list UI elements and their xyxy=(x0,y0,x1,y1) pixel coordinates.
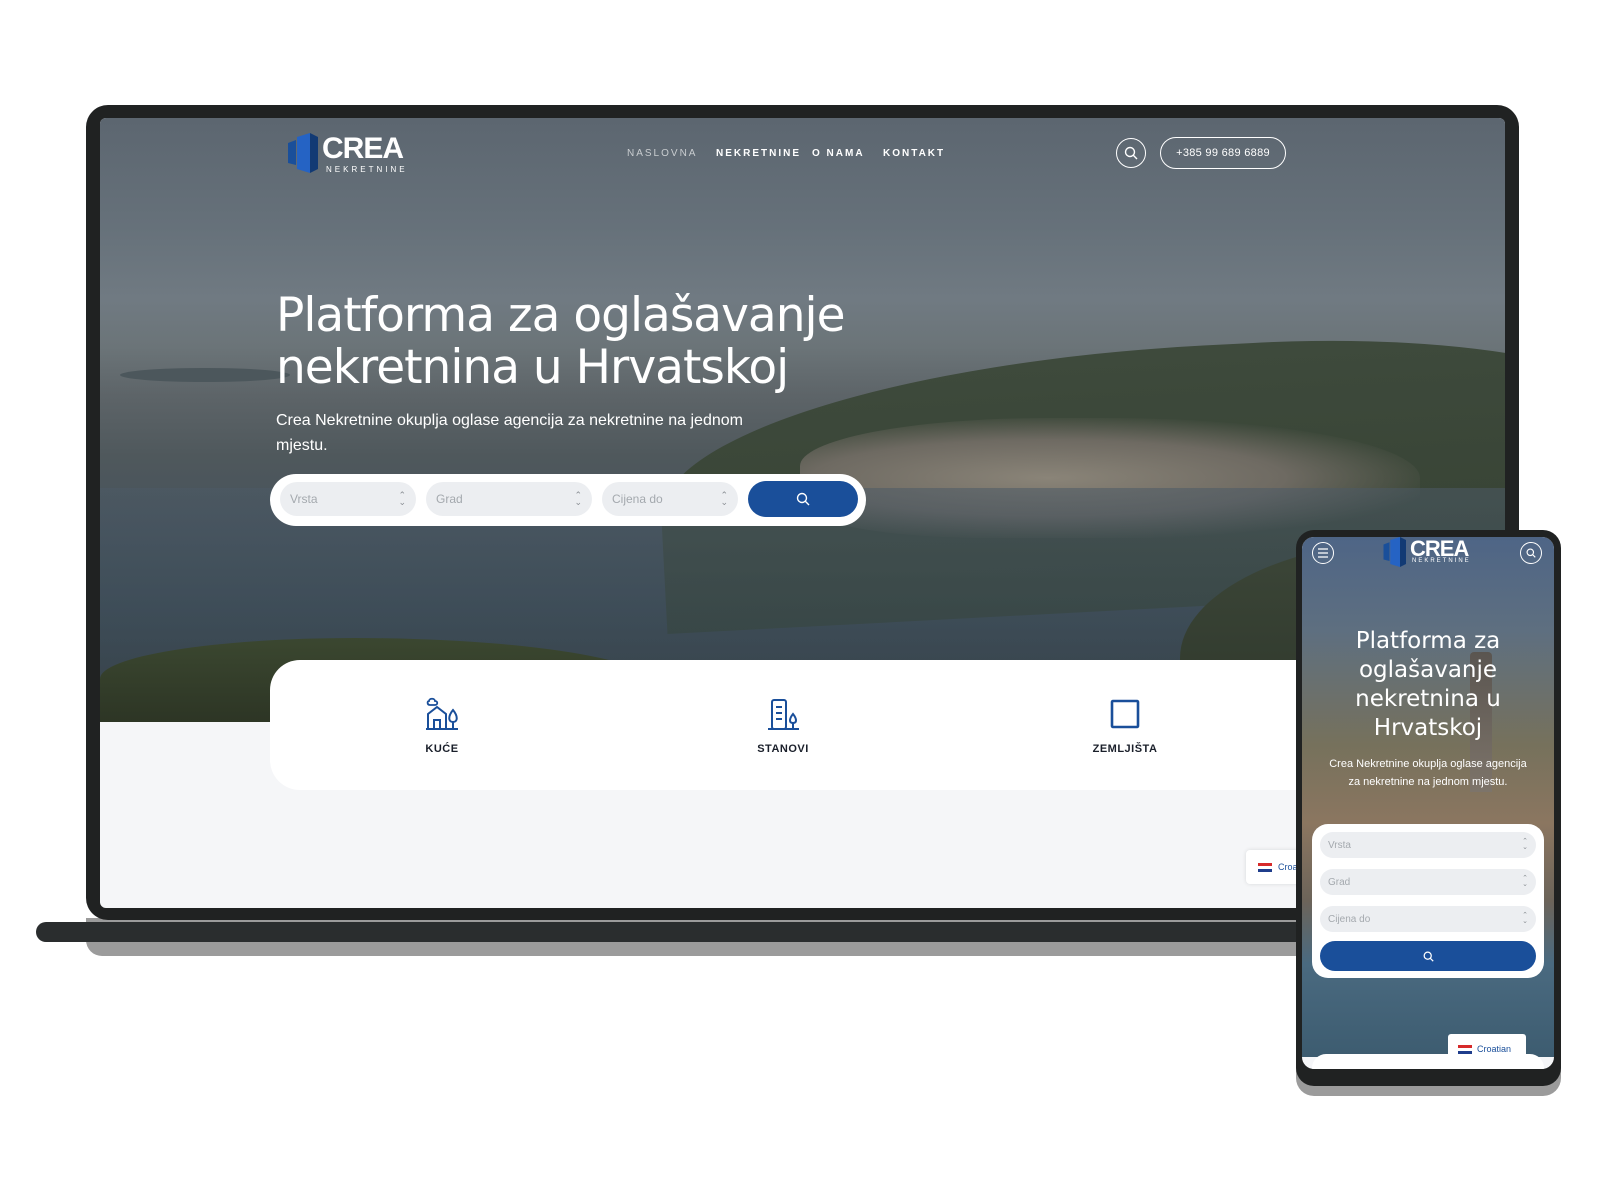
type-select-placeholder: Vrsta xyxy=(290,492,318,506)
croatia-flag-icon xyxy=(1258,862,1272,872)
mobile-menu-button[interactable] xyxy=(1312,542,1334,564)
mobile-logo-mark-icon[interactable] xyxy=(1380,537,1408,567)
select-arrows-icon: ⌃ ⌄ xyxy=(574,490,582,507)
desktop-screen: CREA NEKRETNINE NASLOVNA NEKRETNINE O NA… xyxy=(100,118,1505,908)
price-select[interactable]: Cijena do ⌃ ⌄ xyxy=(602,482,738,516)
nav-item-o-nama[interactable]: O NAMA xyxy=(812,148,865,159)
category-label: KUĆE xyxy=(425,743,459,755)
search-icon xyxy=(1423,951,1434,962)
language-label: Croa xyxy=(1278,862,1298,872)
mobile-hero-subtitle: Crea Nekretnine okuplja oglase agencija … xyxy=(1329,758,1527,788)
land-square-icon xyxy=(1110,699,1140,729)
mobile-screen: CREA NEKRETNINE Platforma za oglašavanje… xyxy=(1302,537,1554,1069)
nav-item-naslovna[interactable]: NASLOVNA xyxy=(627,148,697,159)
search-submit-button[interactable] xyxy=(748,481,858,517)
category-label: ZEMLJIŠTA xyxy=(1092,743,1158,755)
mobile-price-select[interactable]: Cijena do ⌃ ⌄ xyxy=(1320,906,1536,932)
header-search-button[interactable] xyxy=(1116,138,1146,168)
select-arrows-icon: ⌃ ⌄ xyxy=(398,490,406,507)
mobile-search-form: Vrsta ⌃ ⌄ Grad ⌃ ⌄ Cijena do ⌃ ⌄ xyxy=(1312,824,1544,978)
hero-bg-island xyxy=(120,368,290,382)
select-arrows-icon: ⌃ ⌄ xyxy=(1522,912,1528,925)
mobile-logo-tagline: NEKRETNINE xyxy=(1412,558,1471,564)
mobile-city-select[interactable]: Grad ⌃ ⌄ xyxy=(1320,869,1536,895)
logo-text[interactable]: CREA xyxy=(322,132,404,166)
house-icon xyxy=(426,697,458,730)
search-icon xyxy=(1124,146,1138,160)
hero-subtitle: Crea Nekretnine okuplja oglase agencija … xyxy=(276,412,743,454)
logo-tagline: NEKRETNINE xyxy=(326,165,408,174)
category-stanovi[interactable]: STANOVI xyxy=(723,696,843,755)
laptop-base xyxy=(36,922,1376,942)
mobile-price-placeholder: Cijena do xyxy=(1328,913,1371,925)
category-label: STANOVI xyxy=(757,743,809,755)
mobile-language-switcher[interactable]: Croatian xyxy=(1448,1034,1526,1064)
mobile-hero-title: Platforma za oglašavanje nekretnina u Hr… xyxy=(1355,628,1501,741)
select-arrows-icon: ⌃ ⌄ xyxy=(1522,838,1528,851)
category-zemljista[interactable]: ZEMLJIŠTA xyxy=(1065,696,1185,755)
select-arrows-icon: ⌃ ⌄ xyxy=(1522,875,1528,888)
city-select[interactable]: Grad ⌃ ⌄ xyxy=(426,482,592,516)
hamburger-icon xyxy=(1318,548,1328,558)
logo-mark-icon[interactable] xyxy=(284,133,320,173)
nav-item-kontakt[interactable]: KONTAKT xyxy=(883,148,945,159)
mobile-type-placeholder: Vrsta xyxy=(1328,839,1351,851)
select-arrows-icon: ⌃ ⌄ xyxy=(720,490,728,507)
hero-title: Platforma za oglašavanje nekretnina u Hr… xyxy=(276,288,845,395)
property-search-form: Vrsta ⌃ ⌄ Grad ⌃ ⌄ Cijena do ⌃ ⌄ xyxy=(270,474,866,526)
mobile-hero-section: CREA NEKRETNINE Platforma za oglašavanje… xyxy=(1302,537,1554,1057)
mobile-type-select[interactable]: Vrsta ⌃ ⌄ xyxy=(1320,832,1536,858)
apartment-building-icon xyxy=(768,699,799,730)
nav-item-nekretnine[interactable]: NEKRETNINE xyxy=(716,148,801,159)
mobile-search-submit-button[interactable] xyxy=(1320,941,1536,971)
mobile-city-placeholder: Grad xyxy=(1328,876,1351,888)
phone-button[interactable]: +385 99 689 6889 xyxy=(1160,137,1286,169)
category-kuce[interactable]: KUĆE xyxy=(382,696,502,755)
type-select[interactable]: Vrsta ⌃ ⌄ xyxy=(280,482,416,516)
search-icon xyxy=(1526,548,1536,558)
hero-section: CREA NEKRETNINE NASLOVNA NEKRETNINE O NA… xyxy=(100,118,1505,722)
croatia-flag-icon xyxy=(1458,1044,1472,1054)
search-icon xyxy=(796,492,810,506)
city-select-placeholder: Grad xyxy=(436,492,463,506)
price-select-placeholder: Cijena do xyxy=(612,492,663,506)
mobile-search-button[interactable] xyxy=(1520,542,1542,564)
mobile-language-label: Croatian xyxy=(1477,1044,1512,1054)
